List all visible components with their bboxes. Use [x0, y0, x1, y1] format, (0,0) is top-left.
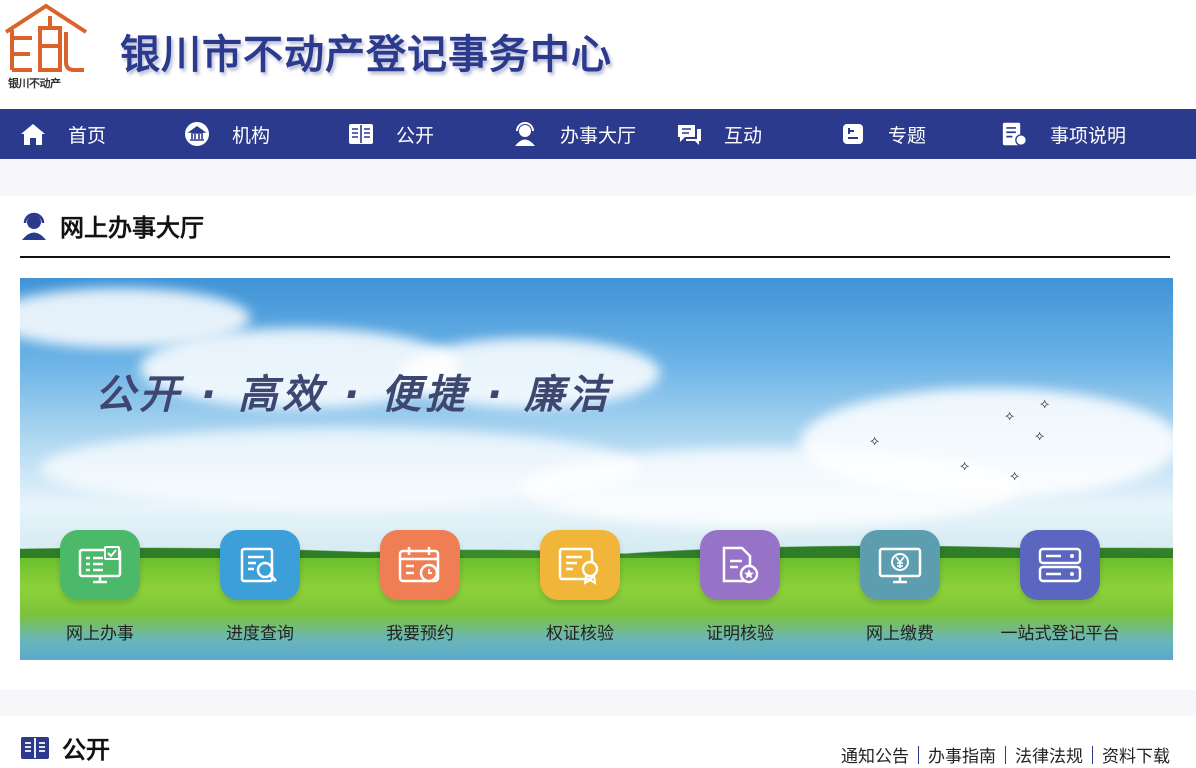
server-icon [1020, 530, 1100, 600]
site-title: 银川市不动产登记事务中心 [120, 32, 612, 78]
section-title-service-hall: 网上办事大厅 [20, 208, 204, 243]
link-notices[interactable]: 通知公告 [841, 742, 909, 767]
banner-slogan: 公开 · 高效 · 便捷 · 廉洁 [95, 372, 613, 418]
nav-item-service-hall[interactable]: 办事大厅 [512, 109, 636, 159]
nav-item-instructions[interactable]: 事项说明 [1002, 109, 1126, 159]
document-edit-icon [1002, 121, 1028, 147]
divider [1092, 745, 1093, 764]
nav-label: 事项说明 [1050, 124, 1127, 147]
bird-icon: ⟡ [1035, 428, 1045, 444]
bird-icon: ⟡ [960, 458, 970, 474]
section-divider [20, 256, 1170, 258]
document-star-icon [700, 530, 780, 600]
service-label: 进度查询 [226, 624, 294, 644]
bird-icon: ⟡ [1010, 468, 1020, 484]
monitor-yen-icon [860, 530, 940, 600]
bird-icon: ⟡ [1005, 408, 1015, 424]
topic-icon [840, 121, 866, 147]
bird-icon: ⟡ [870, 433, 880, 449]
service-progress-query[interactable]: 进度查询 [180, 530, 340, 644]
nav-label: 专题 [888, 124, 927, 147]
section-title-text: 公开 [62, 736, 110, 764]
bird-icon: ⟡ [1040, 396, 1050, 412]
institution-icon [184, 121, 210, 147]
service-one-stop-platform[interactable]: 一站式登记平台 [980, 530, 1140, 644]
nav-item-interaction[interactable]: 互动 [676, 109, 762, 159]
nav-label: 办事大厅 [560, 124, 637, 147]
site-header: 银川不动产 银川市不动产登记事务中心 [0, 0, 1196, 109]
nav-item-home[interactable]: 首页 [20, 109, 106, 159]
service-agent-icon [512, 121, 538, 147]
service-label: 权证核验 [546, 624, 614, 644]
nav-label: 机构 [232, 124, 271, 147]
link-laws[interactable]: 法律法规 [1015, 742, 1083, 767]
house-logo-icon [4, 3, 88, 72]
book-icon [348, 121, 374, 147]
divider [918, 745, 919, 764]
service-online-payment[interactable]: 网上缴费 [820, 530, 980, 644]
spacer-band [0, 690, 1196, 716]
nav-label: 公开 [396, 124, 435, 147]
chat-icon [676, 121, 702, 147]
spacer-band [0, 159, 1196, 196]
section-title-public: 公开 [20, 730, 110, 765]
service-label: 一站式登记平台 [1000, 624, 1120, 644]
book-icon [20, 735, 50, 761]
divider [1005, 745, 1006, 764]
service-banner: 公开 · 高效 · 便捷 · 廉洁 ⟡ ⟡ ⟡ ⟡ ⟡ ⟡ 网上办事 进度查询 … [20, 278, 1173, 660]
logo-caption: 银川不动产 [8, 77, 61, 90]
calendar-clock-icon [380, 530, 460, 600]
section-title-text: 网上办事大厅 [60, 214, 204, 242]
service-appointment[interactable]: 我要预约 [340, 530, 500, 644]
service-proof-verification[interactable]: 证明核验 [660, 530, 820, 644]
service-certificate-verification[interactable]: 权证核验 [500, 530, 660, 644]
site-logo[interactable]: 银川不动产 [2, 2, 90, 90]
service-label: 我要预约 [386, 624, 454, 644]
link-guide[interactable]: 办事指南 [928, 742, 996, 767]
nav-item-institution[interactable]: 机构 [184, 109, 270, 159]
nav-item-public[interactable]: 公开 [348, 109, 434, 159]
nav-label: 首页 [68, 124, 107, 147]
public-links: 通知公告 办事指南 法律法规 资料下载 [841, 742, 1170, 767]
home-icon [20, 121, 46, 147]
service-agent-icon [20, 211, 48, 241]
link-downloads[interactable]: 资料下载 [1102, 742, 1170, 767]
monitor-check-icon [60, 530, 140, 600]
service-label: 网上缴费 [866, 624, 934, 644]
search-document-icon [220, 530, 300, 600]
nav-label: 互动 [724, 124, 763, 147]
service-label: 网上办事 [66, 624, 134, 644]
main-nav: 首页 机构 公开 办事大厅 互动 专题 事项说明 [0, 109, 1196, 159]
service-label: 证明核验 [706, 624, 774, 644]
nav-item-topic[interactable]: 专题 [840, 109, 926, 159]
certificate-icon [540, 530, 620, 600]
service-online-handling[interactable]: 网上办事 [20, 530, 180, 644]
